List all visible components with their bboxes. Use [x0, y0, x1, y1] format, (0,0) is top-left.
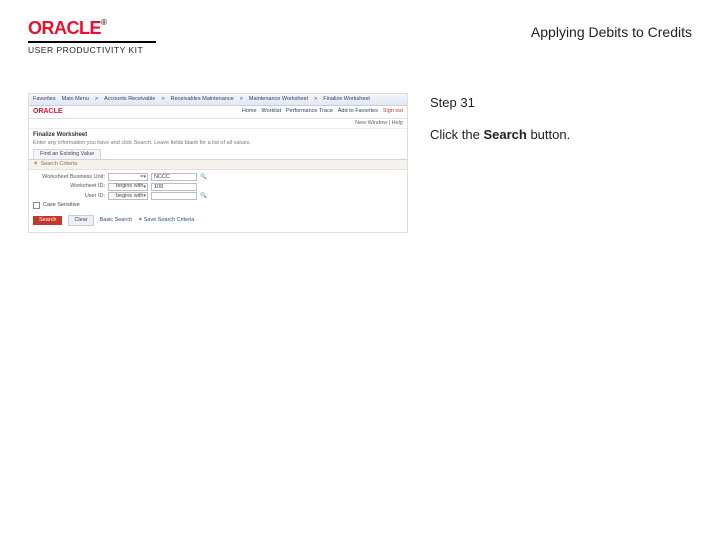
sub-links[interactable]: New Window | Help [29, 119, 407, 129]
bu-input[interactable]: NCCC [151, 173, 197, 181]
brand-row: ORACLE Home Worklist Performance Trace A… [29, 106, 407, 119]
worksheet-operator-select[interactable]: begins with [108, 183, 148, 191]
breadcrumb-item[interactable]: Maintenance Worksheet [249, 96, 308, 103]
button-row: Search Clear Basic Search ✦Save Search C… [29, 212, 407, 232]
breadcrumb-item[interactable]: Favorites [33, 96, 56, 103]
home-link[interactable]: Home [242, 108, 257, 115]
collapse-icon: ▼ [33, 161, 38, 167]
worksheet-label: Worksheet ID: [33, 183, 105, 190]
clear-button[interactable]: Clear [68, 215, 93, 226]
top-links: Home Worklist Performance Trace Add to F… [242, 108, 403, 115]
breadcrumb-item[interactable]: Main Menu [62, 96, 89, 103]
basic-search-link[interactable]: Basic Search [100, 217, 132, 224]
page-header: ORACLE® USER PRODUCTIVITY KIT Applying D… [0, 0, 720, 63]
search-form: Worksheet Business Unit: = NCCC 🔍 Worksh… [29, 170, 407, 213]
user-row: User ID: begins with 🔍 [33, 192, 403, 200]
perf-trace-link[interactable]: Performance Trace [286, 108, 333, 115]
page-title: Finalize Worksheet [29, 129, 407, 140]
instruction-bold: Search [483, 127, 526, 142]
oracle-logo-text: ORACLE [28, 18, 101, 38]
add-favorites-link[interactable]: Add to Favorites [338, 108, 378, 115]
oracle-logo-tm: ® [101, 18, 106, 27]
worksheet-row: Worksheet ID: begins with 108 [33, 183, 403, 191]
save-search-link[interactable]: ✦Save Search Criteria [138, 217, 194, 224]
case-sensitive-checkbox[interactable] [33, 202, 40, 209]
case-sensitive-row: Case Sensitive [33, 202, 403, 209]
user-label: User ID: [33, 193, 105, 200]
content-area: Favorites Main Menu > Accounts Receivabl… [0, 63, 720, 233]
find-existing-tab[interactable]: Find an Existing Value [33, 149, 101, 159]
step-label: Step 31 [430, 95, 692, 110]
worklist-link[interactable]: Worklist [262, 108, 281, 115]
lookup-icon[interactable]: 🔍 [200, 193, 207, 200]
lookup-icon[interactable]: 🔍 [200, 174, 207, 181]
instruction-post: button. [527, 127, 570, 142]
user-input[interactable] [151, 192, 197, 200]
app-screenshot: Favorites Main Menu > Accounts Receivabl… [28, 93, 408, 233]
signout-link[interactable]: Sign out [383, 108, 403, 115]
user-operator-select[interactable]: begins with [108, 192, 148, 200]
search-pane: ▼Search Criteria Worksheet Business Unit… [29, 159, 407, 232]
search-criteria-header[interactable]: ▼Search Criteria [29, 160, 407, 170]
logo-block: ORACLE® USER PRODUCTIVITY KIT [28, 18, 156, 55]
page-description: Enter any information you have and click… [29, 140, 407, 150]
logo-rule [28, 41, 156, 43]
bu-row: Worksheet Business Unit: = NCCC 🔍 [33, 173, 403, 181]
instruction-column: Step 31 Click the Search button. [430, 93, 692, 233]
save-icon: ✦ [138, 217, 143, 223]
bu-operator-select[interactable]: = [108, 173, 148, 181]
instruction-pre: Click the [430, 127, 483, 142]
oracle-logo: ORACLE® [28, 18, 156, 39]
screenshot-column: Favorites Main Menu > Accounts Receivabl… [28, 93, 408, 233]
breadcrumb-item[interactable]: Finalize Worksheet [323, 96, 370, 103]
search-button[interactable]: Search [33, 216, 62, 225]
worksheet-input[interactable]: 108 [151, 183, 197, 191]
instruction-text: Click the Search button. [430, 126, 692, 144]
bu-label: Worksheet Business Unit: [33, 174, 105, 181]
breadcrumb-bar: Favorites Main Menu > Accounts Receivabl… [29, 94, 407, 106]
topic-title: Applying Debits to Credits [531, 24, 692, 40]
breadcrumb-item[interactable]: Receivables Maintenance [171, 96, 234, 103]
product-line: USER PRODUCTIVITY KIT [28, 45, 156, 55]
search-criteria-label: Search Criteria [40, 161, 77, 167]
breadcrumb-item[interactable]: Accounts Receivable [104, 96, 155, 103]
case-sensitive-label: Case Sensitive [43, 202, 80, 209]
mini-oracle-logo: ORACLE [33, 108, 63, 116]
